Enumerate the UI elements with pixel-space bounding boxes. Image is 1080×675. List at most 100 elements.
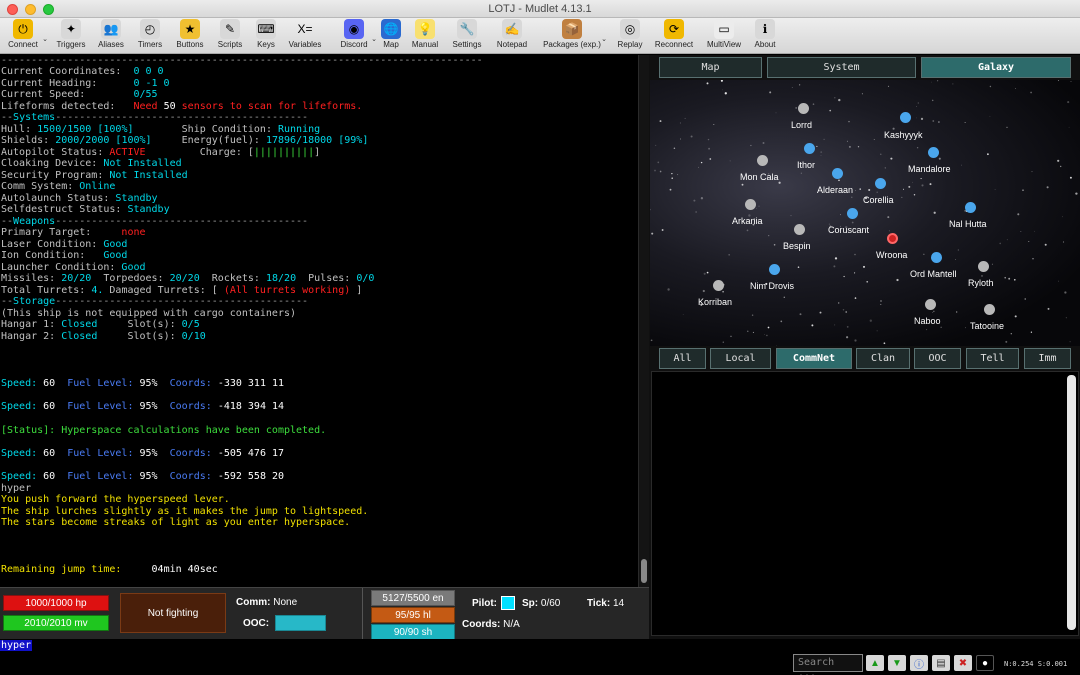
star — [851, 221, 854, 224]
planet-nal-hutta[interactable] — [965, 202, 976, 213]
scroll-up-icon[interactable]: ▲ — [866, 655, 884, 671]
toolbar-variables-button[interactable]: X= Variables — [288, 18, 322, 54]
main-toolbar: ⏻ Connect ⌄ ✦ Triggers 👥 Aliases ◴ Timers ★ Button… — [0, 18, 1080, 54]
toolbar-reconnect-button[interactable]: ⟳ Reconnect — [653, 18, 695, 54]
tab-system[interactable]: System — [767, 57, 916, 78]
toolbar-triggers-button[interactable]: ✦ Triggers — [55, 18, 87, 54]
energy-value: 17896/18000 — [265, 135, 333, 146]
toolbar-notepad-button[interactable]: ✍ Notepad — [495, 18, 529, 54]
star — [931, 81, 932, 83]
planet-nim-drovis[interactable] — [769, 264, 780, 275]
toolbar-keys-button[interactable]: ⌨ Keys — [255, 18, 277, 54]
toolbar-about-button[interactable]: ℹ About — [753, 18, 777, 54]
energy-label: Energy(fuel): — [181, 135, 260, 146]
emergency-stop-icon[interactable]: ● — [976, 655, 994, 671]
timestamp-icon[interactable]: ▤ — [932, 655, 950, 671]
toolbar-aliases-button[interactable]: 👥 Aliases — [97, 18, 125, 54]
hangar2-value: Closed — [61, 331, 98, 342]
chevron-down-icon[interactable]: ⌄ — [601, 35, 607, 43]
map-icon: 🌐 — [381, 19, 401, 39]
planet-ord-mantell[interactable] — [931, 252, 942, 263]
tab-tell[interactable]: Tell — [966, 348, 1019, 369]
planet-alderaan[interactable] — [832, 168, 843, 179]
tab-map[interactable]: Map — [659, 57, 762, 78]
star — [854, 297, 857, 299]
planet-mandalore[interactable] — [928, 147, 939, 158]
tab-galaxy[interactable]: Galaxy — [921, 57, 1071, 78]
search-input[interactable]: Search ... — [793, 654, 863, 675]
tab-ooc[interactable]: OOC — [914, 348, 961, 369]
toolbar-scripts-button[interactable]: ✎ Scripts — [216, 18, 244, 54]
pulses-value: 0/0 — [356, 273, 375, 284]
speed-line-fuel: 95% — [139, 378, 158, 389]
toolbar-manual-button[interactable]: 💡 Manual — [410, 18, 440, 54]
chevron-down-icon[interactable]: ⌄ — [42, 35, 48, 43]
planet-wroona[interactable] — [887, 233, 898, 244]
command-input[interactable]: hyper — [0, 640, 33, 651]
console-scroll-thumb[interactable] — [641, 559, 647, 583]
planet-tatooine[interactable] — [984, 304, 995, 315]
console-scrollbar[interactable] — [638, 55, 649, 587]
command-line[interactable]: hyper — [0, 639, 1080, 653]
fuel-word: Fuel Level: — [67, 471, 134, 482]
star — [848, 120, 850, 123]
tab-all[interactable]: All — [659, 348, 706, 369]
toolbar-packages-exp-button[interactable]: 📦 Packages (exp.) ⌄ — [543, 18, 607, 54]
star — [776, 345, 777, 346]
chevron-down-icon[interactable]: ⌄ — [371, 35, 377, 43]
tab-clan[interactable]: Clan — [856, 348, 910, 369]
planet-kashyyyk[interactable] — [900, 112, 911, 123]
planet-arkania[interactable] — [745, 199, 756, 210]
planet-label-nim-drovis: Nim Drovis — [750, 281, 794, 291]
star — [1046, 186, 1049, 189]
chat-scrollbar[interactable] — [1067, 375, 1076, 630]
star — [866, 280, 869, 283]
planet-ithor[interactable] — [804, 143, 815, 154]
planet-label-lorrd: Lorrd — [791, 120, 813, 130]
star — [655, 144, 657, 146]
star — [1017, 213, 1020, 216]
toolbar-discord-button[interactable]: ◉ Discord ⌄ — [337, 18, 377, 54]
star — [680, 138, 682, 140]
star — [921, 184, 924, 187]
planet-mon-cala[interactable] — [757, 155, 768, 166]
toolbar-connect-button[interactable]: ⏻ Connect ⌄ — [4, 18, 48, 54]
tab-imm[interactable]: Imm — [1024, 348, 1071, 369]
scroll-down-icon[interactable]: ▼ — [888, 655, 906, 671]
toolbar-multiview-button[interactable]: ▭ MultiView — [705, 18, 743, 54]
streak-message: The stars become streaks of light as you… — [1, 517, 351, 528]
star — [799, 313, 802, 316]
planet-naboo[interactable] — [925, 299, 936, 310]
star — [654, 169, 656, 172]
planet-lorrd[interactable] — [798, 103, 809, 114]
star — [883, 342, 886, 345]
toolbar-buttons-button[interactable]: ★ Buttons — [175, 18, 205, 54]
star — [1064, 291, 1067, 294]
toolbar-map-button[interactable]: 🌐 Map — [380, 18, 402, 54]
toolbar-label: Connect — [8, 40, 38, 49]
tab-commnet[interactable]: CommNet — [776, 348, 852, 369]
storage-header: Storage — [13, 296, 56, 307]
planet-label-wroona: Wroona — [876, 250, 908, 260]
toolbar-settings-button[interactable]: 🔧 Settings — [450, 18, 484, 54]
toolbar-label: Timers — [137, 40, 163, 49]
toolbar-timers-button[interactable]: ◴ Timers — [136, 18, 164, 54]
info-icon[interactable]: ⓘ — [910, 655, 928, 671]
toolbar-replay-button[interactable]: ◎ Replay — [615, 18, 645, 54]
star — [1065, 317, 1067, 319]
planet-corellia[interactable] — [875, 178, 886, 189]
planet-coruscant[interactable] — [847, 208, 858, 219]
notepad-icon: ✍ — [502, 19, 522, 39]
galaxy-map[interactable]: Lorrd Kashyyyk Ithor Mandalore Mon Cala Alder… — [650, 80, 1080, 346]
planet-korriban[interactable] — [713, 280, 724, 291]
star — [811, 324, 814, 327]
speed-label: Current Speed: — [1, 89, 86, 100]
planet-ryloth[interactable] — [978, 261, 989, 272]
chat-window[interactable] — [651, 371, 1079, 636]
star — [913, 194, 916, 196]
damaged-value: (All turrets working) — [223, 285, 351, 296]
logging-icon[interactable]: ✖ — [954, 655, 972, 671]
tab-local[interactable]: Local — [710, 348, 771, 369]
planet-bespin[interactable] — [794, 224, 805, 235]
rockets-value: 18/20 — [265, 273, 297, 284]
